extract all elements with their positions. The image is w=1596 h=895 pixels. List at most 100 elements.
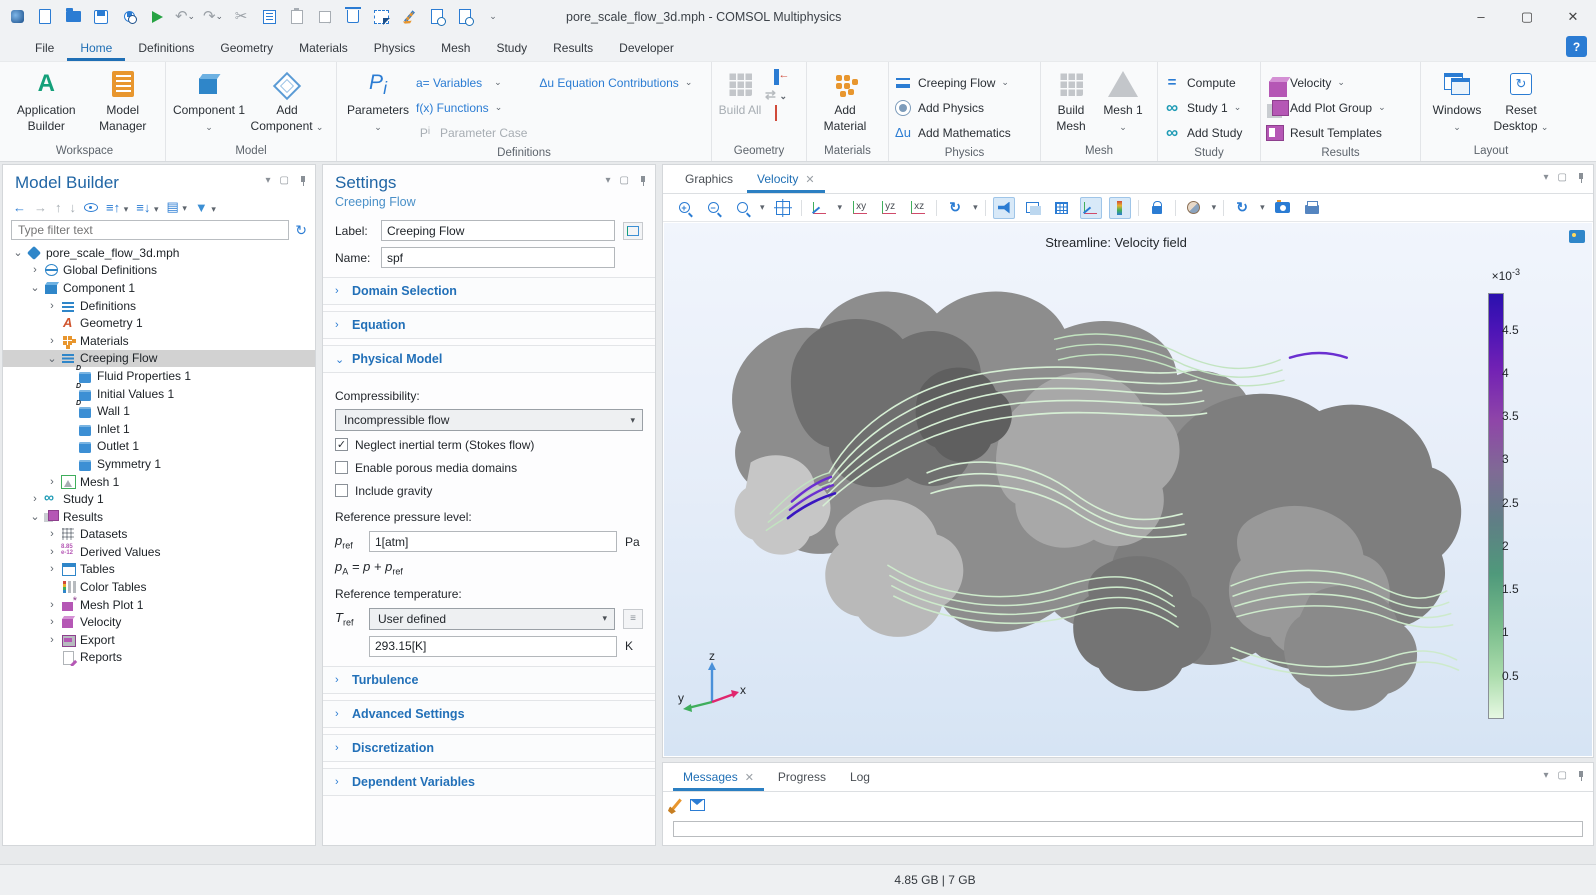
tree-item-mesh-1[interactable]: ›Mesh 1 bbox=[3, 473, 315, 491]
tab-velocity[interactable]: Velocity✕ bbox=[747, 167, 825, 193]
tree-item-materials[interactable]: ›Materials bbox=[3, 332, 315, 350]
rename-icon[interactable] bbox=[623, 222, 643, 240]
chevron-icon[interactable]: ⌄ bbox=[30, 510, 40, 523]
open-file-button[interactable] bbox=[64, 8, 82, 26]
model-tree-nodes-button[interactable]: ▤ ▾ bbox=[166, 199, 186, 215]
back-button[interactable]: ← bbox=[13, 200, 26, 215]
tref-select[interactable]: User defined bbox=[369, 608, 615, 630]
panel-menu-icon[interactable]: ▾ bbox=[1544, 770, 1549, 781]
section-equation[interactable]: ›Equation bbox=[323, 311, 655, 339]
rotate-view-button[interactable]: ↻ bbox=[944, 197, 966, 219]
tab-progress[interactable]: Progress bbox=[768, 765, 836, 791]
tab-home[interactable]: Home bbox=[67, 36, 125, 61]
tree-item-mesh-plot-1[interactable]: ›Mesh Plot 1 bbox=[3, 596, 315, 614]
minimize-button[interactable]: – bbox=[1458, 0, 1504, 33]
add-mathematics-button[interactable]: ΔuAdd Mathematics bbox=[894, 120, 1035, 145]
axis-orientation-toggle[interactable] bbox=[1080, 197, 1102, 219]
tab-materials[interactable]: Materials bbox=[286, 36, 361, 61]
move-up-button[interactable]: ↑ bbox=[55, 200, 62, 215]
close-tab-icon[interactable]: ✕ bbox=[805, 173, 814, 186]
rebuild-icon[interactable]: ⇄ ⌄ bbox=[765, 87, 787, 103]
clear-selection-button[interactable] bbox=[400, 8, 418, 26]
chevron-icon[interactable]: › bbox=[30, 493, 40, 505]
windows-button[interactable]: Windows⌄ bbox=[1426, 66, 1488, 143]
section-turbulence[interactable]: ›Turbulence bbox=[323, 666, 655, 694]
filter-icon[interactable]: ▼ ▾ bbox=[195, 200, 216, 215]
physics-interface-dropdown[interactable]: Creeping Flow⌄ bbox=[894, 70, 1035, 95]
graphics-canvas[interactable]: Streamline: Velocity field bbox=[664, 223, 1592, 756]
tree-item-definitions[interactable]: ›Definitions bbox=[3, 297, 315, 315]
tab-developer[interactable]: Developer bbox=[606, 36, 687, 61]
section-physical-model[interactable]: ⌄Physical Model bbox=[323, 345, 655, 373]
build-mesh-button[interactable]: Build Mesh bbox=[1046, 66, 1096, 143]
chevron-icon[interactable]: ⌄ bbox=[30, 281, 40, 294]
remove-details-icon[interactable] bbox=[775, 106, 777, 120]
chevron-icon[interactable]: › bbox=[47, 528, 57, 540]
save-to-model-manager-button[interactable] bbox=[120, 8, 138, 26]
checkbox-icon[interactable]: ✓ bbox=[335, 438, 348, 451]
tree-item-wall-1[interactable]: DWall 1 bbox=[3, 402, 315, 420]
new-file-button[interactable] bbox=[36, 8, 54, 26]
streamline-plot[interactable] bbox=[682, 257, 1486, 740]
update-plot-button[interactable]: ↻ bbox=[1231, 197, 1253, 219]
view-yz-button[interactable]: yz bbox=[878, 197, 900, 219]
component-1-button[interactable]: Component 1 ⌄ bbox=[171, 66, 247, 143]
select-box-button[interactable] bbox=[372, 8, 390, 26]
redo-button[interactable]: ↷⌄ bbox=[204, 8, 222, 26]
clear-messages-icon[interactable] bbox=[671, 799, 682, 811]
section-domain-selection[interactable]: ›Domain Selection bbox=[323, 277, 655, 305]
checkbox-include-gravity[interactable]: Include gravity bbox=[323, 479, 655, 502]
float-panel-icon[interactable]: ▢ bbox=[280, 175, 289, 186]
float-panel-icon[interactable]: ▢ bbox=[620, 175, 629, 186]
tab-results[interactable]: Results bbox=[540, 36, 606, 61]
print-button[interactable] bbox=[1301, 197, 1323, 219]
label-input[interactable] bbox=[381, 220, 615, 241]
tree-item-tables[interactable]: ›Tables bbox=[3, 561, 315, 579]
compressibility-select[interactable]: Incompressible flow bbox=[335, 409, 643, 431]
refresh-icon[interactable]: ↻ bbox=[295, 222, 307, 239]
parameters-button[interactable]: Pi Parameters⌄ bbox=[342, 66, 414, 145]
reset-desktop-button[interactable]: ↻ Reset Desktop ⌄ bbox=[1490, 66, 1552, 143]
tree-item-results[interactable]: ⌄Results bbox=[3, 508, 315, 526]
chevron-icon[interactable]: › bbox=[47, 599, 57, 611]
run-application-button[interactable] bbox=[148, 8, 166, 26]
environment-reflections-button[interactable] bbox=[1183, 197, 1205, 219]
collapse-all-button[interactable]: ≡↑ ▾ bbox=[106, 200, 128, 215]
chevron-icon[interactable]: › bbox=[47, 563, 57, 575]
chevron-icon[interactable]: › bbox=[47, 616, 57, 628]
search-results-button[interactable] bbox=[456, 8, 474, 26]
duplicate-button[interactable] bbox=[316, 8, 334, 26]
parameter-case-button[interactable]: PiParameter Case bbox=[416, 120, 527, 145]
tree-item-datasets[interactable]: ›Datasets bbox=[3, 526, 315, 544]
zoom-box-button[interactable] bbox=[731, 197, 753, 219]
copy-button[interactable] bbox=[260, 8, 278, 26]
checkbox-neglect-inertial[interactable]: ✓Neglect inertial term (Stokes flow) bbox=[323, 433, 655, 456]
tab-log[interactable]: Log bbox=[840, 765, 880, 791]
image-snapshot-icon[interactable] bbox=[1569, 230, 1585, 243]
tree-item-study-1[interactable]: ›Study 1 bbox=[3, 490, 315, 508]
delete-button[interactable] bbox=[344, 8, 362, 26]
functions-button[interactable]: f(x) Functions⌄ bbox=[416, 95, 527, 120]
zoom-in-button[interactable]: + bbox=[673, 197, 695, 219]
tree-item-color-tables[interactable]: Color Tables bbox=[3, 578, 315, 596]
find-button[interactable] bbox=[428, 8, 446, 26]
tab-study[interactable]: Study bbox=[483, 36, 540, 61]
snapshot-button[interactable] bbox=[1272, 197, 1294, 219]
tree-item-root[interactable]: ⌄pore_scale_flow_3d.mph bbox=[3, 244, 315, 262]
tab-mesh[interactable]: Mesh bbox=[428, 36, 483, 61]
show-hide-icon[interactable] bbox=[84, 203, 98, 212]
tab-physics[interactable]: Physics bbox=[361, 36, 428, 61]
chevron-icon[interactable]: › bbox=[30, 264, 40, 276]
checkbox-porous-media[interactable]: Enable porous media domains bbox=[323, 456, 655, 479]
compute-button[interactable]: =Compute bbox=[1163, 70, 1255, 95]
save-button[interactable] bbox=[92, 8, 110, 26]
expand-all-button[interactable]: ≡↓ ▾ bbox=[136, 200, 158, 215]
chevron-icon[interactable]: › bbox=[47, 335, 57, 347]
tab-messages[interactable]: Messages✕ bbox=[673, 765, 764, 791]
copy-messages-icon[interactable] bbox=[690, 799, 705, 811]
pin-icon[interactable] bbox=[1576, 771, 1585, 780]
maximize-button[interactable]: ▢ bbox=[1504, 0, 1550, 33]
tab-definitions[interactable]: Definitions bbox=[125, 36, 207, 61]
add-component-button[interactable]: Add Component ⌄ bbox=[249, 66, 325, 143]
move-down-button[interactable]: ↓ bbox=[70, 200, 77, 215]
